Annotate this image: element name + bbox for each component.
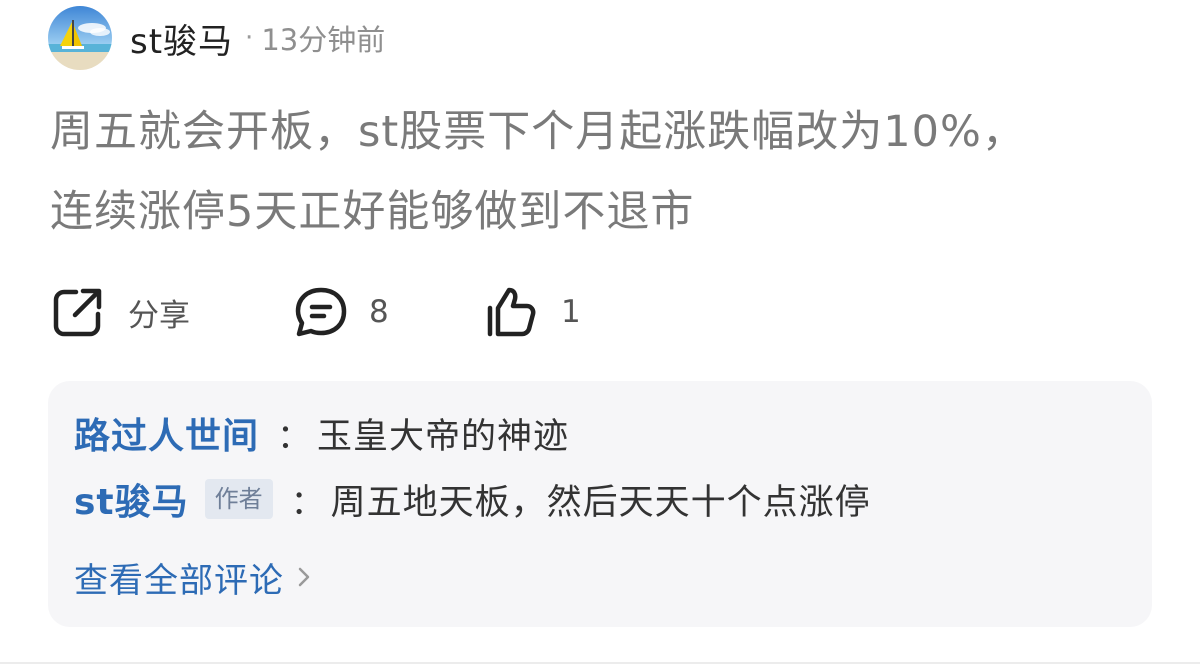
author-name[interactable]: st骏马 bbox=[130, 14, 233, 63]
author-badge: 作者 bbox=[204, 479, 273, 519]
divider bbox=[0, 662, 1200, 664]
comment-preview-box: 路过人世间 ： 玉皇大帝的神迹 st骏马 作者 ： 周五地天板，然后天天十个点涨… bbox=[48, 381, 1152, 627]
comment-text: 周五地天板，然后天天十个点涨停 bbox=[330, 482, 871, 523]
chevron-right-icon bbox=[298, 567, 310, 587]
like-count: 1 bbox=[561, 294, 581, 330]
action-bar: 分享 8 1 bbox=[50, 280, 1160, 344]
comment-text: 玉皇大帝的神迹 bbox=[317, 416, 570, 457]
post-header: st骏马 · 13分钟前 bbox=[48, 6, 385, 70]
view-all-comments-label: 查看全部评论 bbox=[74, 560, 284, 601]
share-icon bbox=[53, 288, 102, 337]
comment-button[interactable]: 8 bbox=[293, 280, 389, 344]
post-time: 13分钟前 bbox=[261, 23, 386, 57]
share-button[interactable]: 分享 bbox=[50, 280, 190, 344]
meta-separator: · bbox=[245, 23, 254, 53]
comment-separator: ： bbox=[277, 416, 312, 457]
post-card: st骏马 · 13分钟前 周五就会开板，st股票下个月起涨跌幅改为10%， 连续… bbox=[0, 0, 1200, 671]
comment-item[interactable]: 路过人世间 ： 玉皇大帝的神迹 bbox=[74, 407, 569, 459]
comment-item[interactable]: st骏马 作者 ： 周五地天板，然后天天十个点涨停 bbox=[74, 473, 871, 525]
avatar[interactable] bbox=[48, 6, 112, 70]
comment-username[interactable]: st骏马 bbox=[74, 473, 189, 525]
view-all-comments-link[interactable]: 查看全部评论 bbox=[74, 553, 314, 601]
post-content[interactable]: 周五就会开板，st股票下个月起涨跌幅改为10%， 连续涨停5天正好能够做到不退市 bbox=[50, 92, 1160, 252]
share-label: 分享 bbox=[128, 297, 190, 334]
like-button[interactable]: 1 bbox=[483, 280, 581, 344]
comment-separator: ： bbox=[290, 482, 325, 523]
thumbs-up-icon bbox=[487, 287, 536, 337]
comment-username[interactable]: 路过人世间 bbox=[74, 407, 259, 459]
comment-icon bbox=[295, 287, 347, 337]
post-content-line: 连续涨停5天正好能够做到不退市 bbox=[50, 187, 695, 237]
comment-count: 8 bbox=[369, 294, 389, 330]
post-content-line: 周五就会开板，st股票下个月起涨跌幅改为10%， bbox=[50, 107, 1026, 157]
